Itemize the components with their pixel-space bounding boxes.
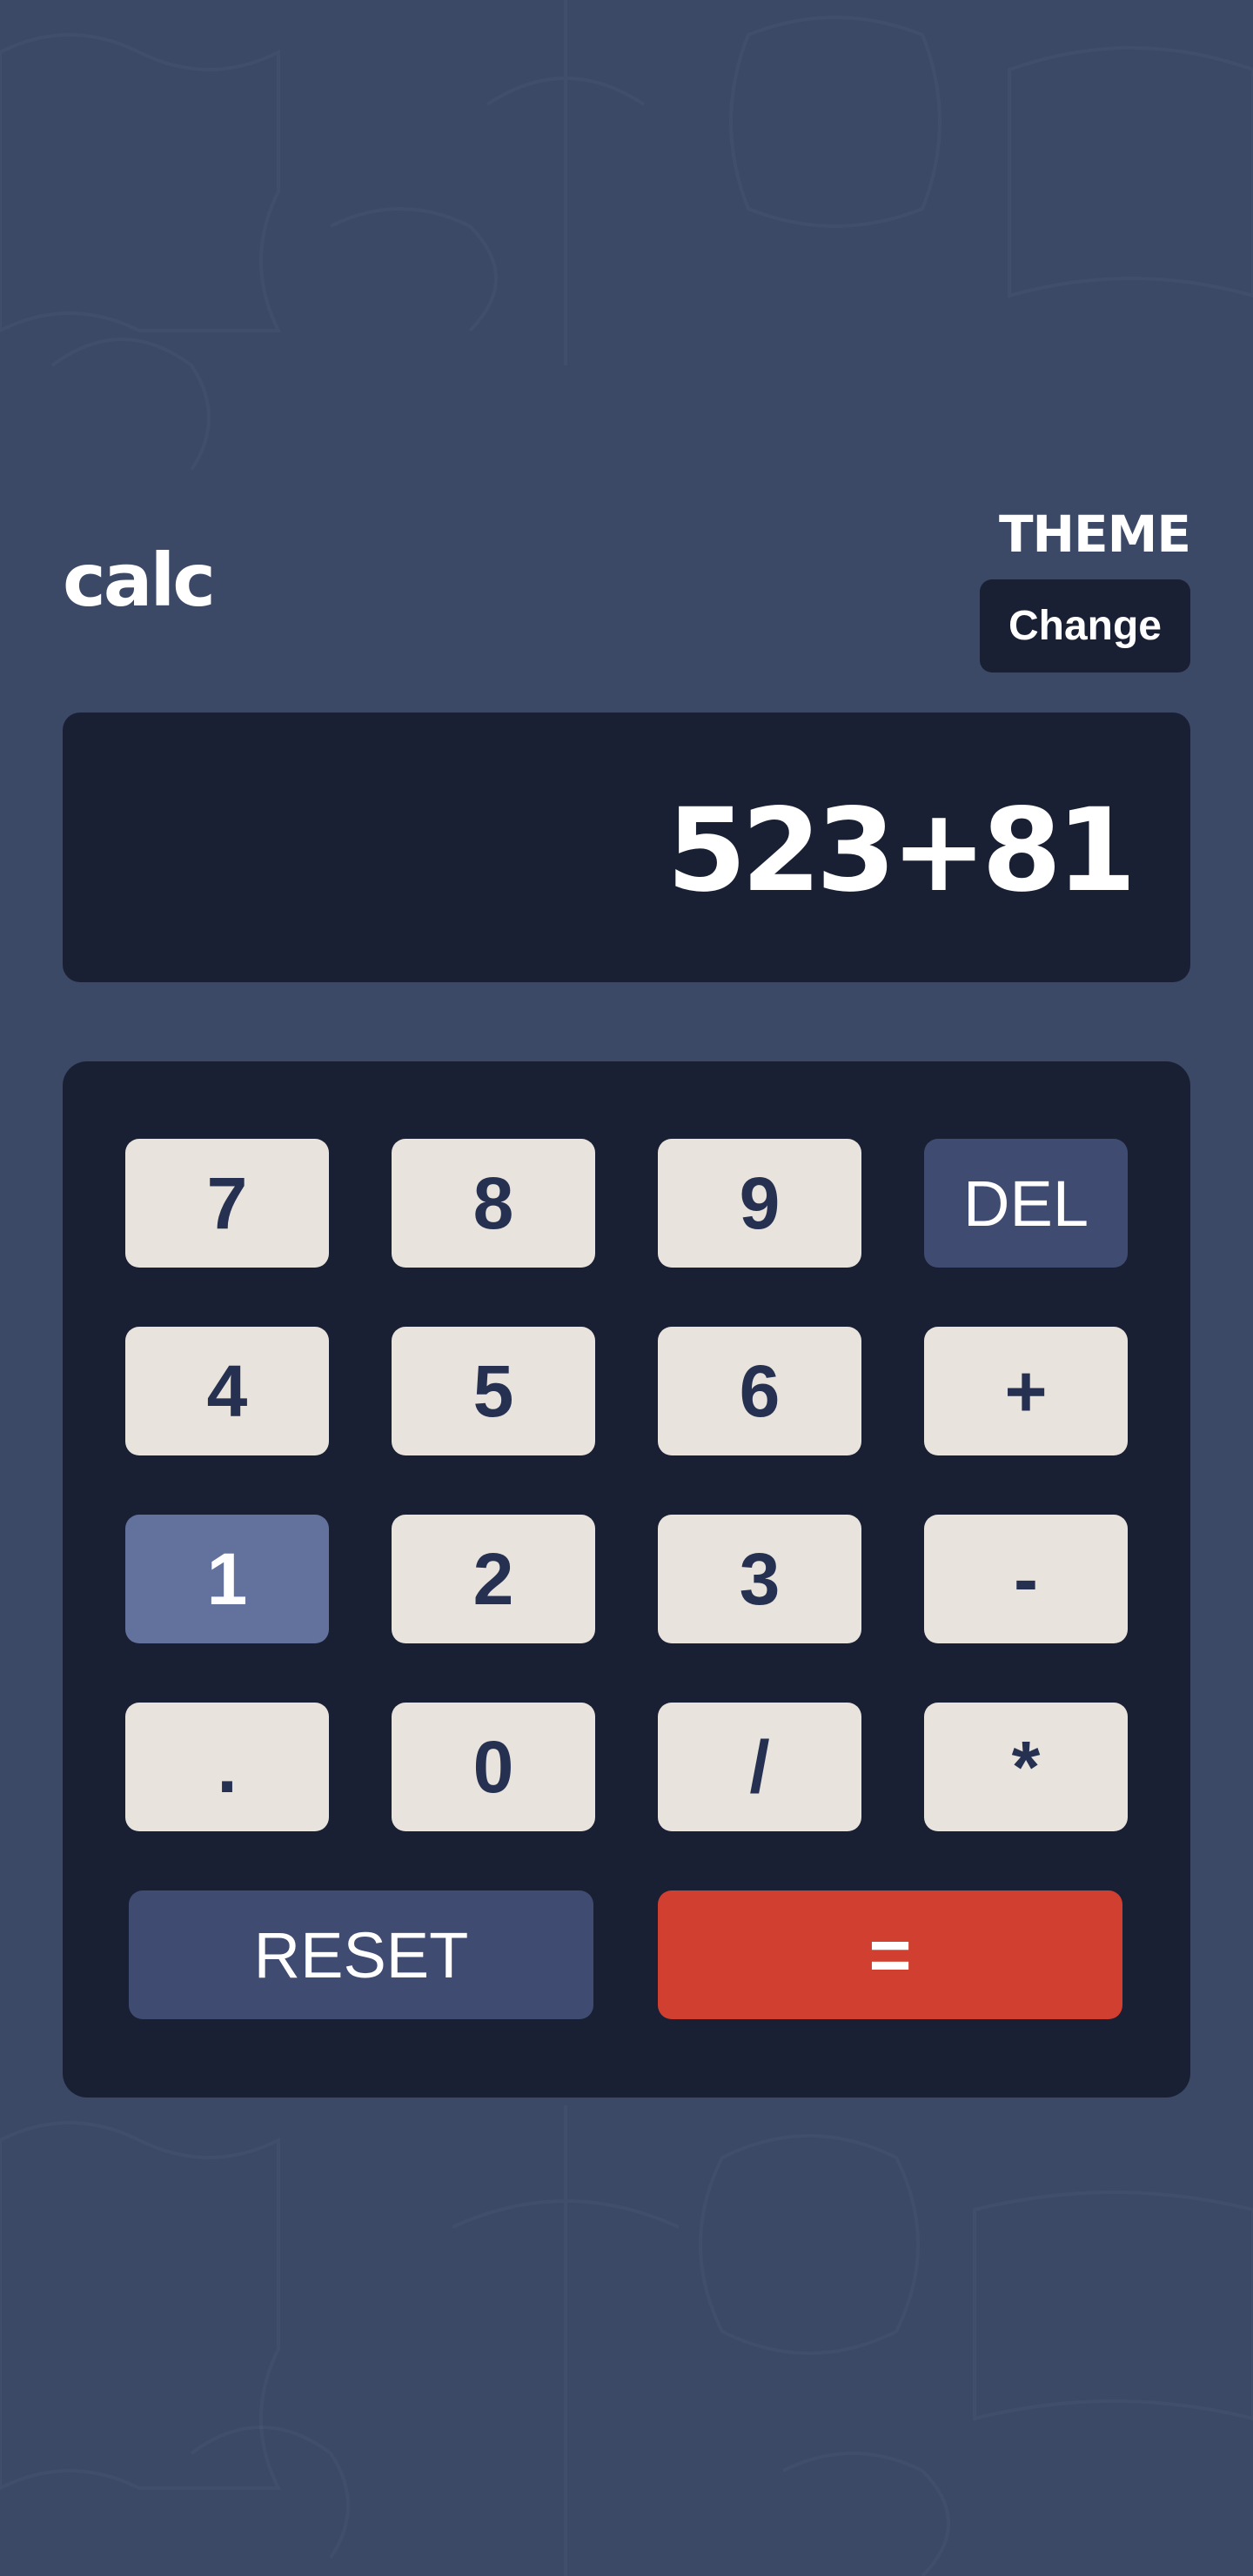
key-8[interactable]: 8 <box>392 1139 595 1268</box>
key-1[interactable]: 1 <box>125 1515 329 1643</box>
key-4[interactable]: 4 <box>125 1327 329 1455</box>
subtract-key[interactable]: - <box>924 1515 1128 1643</box>
divide-key[interactable]: / <box>658 1703 861 1831</box>
change-theme-button[interactable]: Change <box>980 579 1190 672</box>
theme-label: THEME <box>998 505 1191 564</box>
theme-switcher: THEME Change <box>980 505 1191 672</box>
app-header: calc THEME Change <box>63 505 1191 674</box>
key-3[interactable]: 3 <box>658 1515 861 1643</box>
keypad: 7 8 9 DEL 4 5 6 + 1 2 3 - . 0 / * RESET … <box>63 1061 1190 2098</box>
key-5[interactable]: 5 <box>392 1327 595 1455</box>
decimal-key[interactable]: . <box>125 1703 329 1831</box>
reset-button[interactable]: RESET <box>129 1890 593 2019</box>
key-9[interactable]: 9 <box>658 1139 861 1268</box>
key-2[interactable]: 2 <box>392 1515 595 1643</box>
key-0[interactable]: 0 <box>392 1703 595 1831</box>
display-value: 523+81 <box>667 784 1136 918</box>
calculator-display: 523+81 <box>63 713 1190 982</box>
multiply-key[interactable]: * <box>924 1703 1128 1831</box>
key-7[interactable]: 7 <box>125 1139 329 1268</box>
add-key[interactable]: + <box>924 1327 1128 1455</box>
key-6[interactable]: 6 <box>658 1327 861 1455</box>
delete-button[interactable]: DEL <box>924 1139 1128 1268</box>
equals-button[interactable]: = <box>658 1890 1122 2019</box>
app-logo: calc <box>63 538 216 623</box>
